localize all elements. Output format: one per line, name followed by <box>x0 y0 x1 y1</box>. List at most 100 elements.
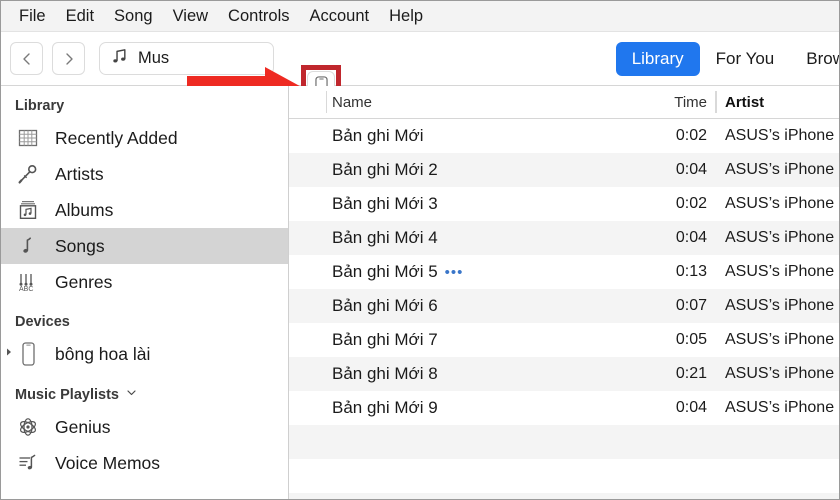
track-artist: ASUS’s iPhone <box>725 365 835 382</box>
voice-memos-icon <box>15 452 41 474</box>
back-button[interactable] <box>10 42 43 75</box>
source-label: Mus <box>138 49 170 67</box>
sidebar-section-devices: Devices <box>1 310 288 336</box>
track-name: Bản ghi Mới <box>332 126 424 145</box>
library-tabs: Library For You Brow <box>615 32 839 86</box>
table-row[interactable]: Bản ghi Mới 6 0:07 ASUS’s iPhone <box>289 289 839 323</box>
sidebar-section-library-label: Library <box>15 98 65 114</box>
sidebar-item-songs-label: Songs <box>55 235 105 256</box>
forward-button[interactable] <box>52 42 85 75</box>
sidebar-section-music-playlists-label: Music Playlists <box>15 386 119 403</box>
track-time: 0:02 <box>675 127 707 144</box>
track-name: Bản ghi Mới 5 ••• <box>332 262 464 281</box>
sidebar-section-library: Library <box>1 94 288 120</box>
track-time: 0:04 <box>675 399 707 416</box>
track-artist: ASUS’s iPhone <box>725 331 835 348</box>
sidebar-section-devices-label: Devices <box>15 314 70 330</box>
disclosure-triangle-icon[interactable] <box>3 345 15 363</box>
track-artist: ASUS’s iPhone <box>725 229 835 246</box>
tab-browse[interactable]: Brow <box>790 42 839 76</box>
grid-icon <box>15 127 41 149</box>
track-name: Bản ghi Mới 6 <box>332 296 438 315</box>
sidebar-item-genres-label: Genres <box>55 271 113 292</box>
menu-item-help[interactable]: Help <box>379 8 433 25</box>
track-name: Bản ghi Mới 9 <box>332 398 438 417</box>
menu-item-controls[interactable]: Controls <box>218 8 299 25</box>
sidebar-item-device[interactable]: bông hoa lài <box>1 336 288 372</box>
table-row-empty <box>289 425 839 459</box>
table-row[interactable]: Bản ghi Mới 9 0:04 ASUS’s iPhone <box>289 391 839 425</box>
table-row[interactable]: Bản ghi Mới 0:02 ASUS’s iPhone <box>289 119 839 153</box>
svg-text:ABC: ABC <box>19 286 33 293</box>
sidebar-item-recently-added[interactable]: Recently Added <box>1 120 288 156</box>
album-icon <box>15 199 41 221</box>
main-body: Library Recently Added Artists Albums So… <box>1 86 839 499</box>
menu-item-account[interactable]: Account <box>300 8 380 25</box>
menu-bar: File Edit Song View Controls Account Hel… <box>1 1 839 32</box>
track-artist: ASUS’s iPhone <box>725 195 835 212</box>
table-row[interactable]: Bản ghi Mới 2 0:04 ASUS’s iPhone <box>289 153 839 187</box>
track-artist: ASUS’s iPhone <box>725 127 835 144</box>
track-name: Bản ghi Mới 2 <box>332 160 438 179</box>
sidebar-item-device-label: bông hoa lài <box>55 343 151 364</box>
track-artist: ASUS’s iPhone <box>725 161 835 178</box>
track-name: Bản ghi Mới 4 <box>332 228 438 247</box>
track-artist: ASUS’s iPhone <box>725 263 835 280</box>
tab-for-you[interactable]: For You <box>700 42 791 76</box>
table-row[interactable]: Bản ghi Mới 3 0:02 ASUS’s iPhone <box>289 187 839 221</box>
table-row[interactable]: Bản ghi Mới 5 ••• 0:13 ASUS’s iPhone <box>289 255 839 289</box>
chevron-right-icon <box>61 51 77 67</box>
track-time: 0:05 <box>675 331 707 348</box>
music-note-icon <box>15 235 41 257</box>
sidebar-item-songs[interactable]: Songs <box>1 228 288 264</box>
column-divider-name[interactable] <box>326 91 327 113</box>
music-note-icon <box>110 47 129 71</box>
table-row[interactable]: Bản ghi Mới 8 0:21 ASUS’s iPhone <box>289 357 839 391</box>
menu-item-song[interactable]: Song <box>104 8 163 25</box>
iphone-icon <box>15 341 41 367</box>
track-time: 0:13 <box>675 263 707 280</box>
table-row-empty <box>289 493 839 499</box>
table-row-empty <box>289 459 839 493</box>
track-time: 0:04 <box>675 229 707 246</box>
sidebar-item-artists[interactable]: Artists <box>1 156 288 192</box>
sidebar-item-artists-label: Artists <box>55 163 104 184</box>
track-time: 0:02 <box>675 195 707 212</box>
sidebar-item-recently-added-label: Recently Added <box>55 127 178 148</box>
track-artist: ASUS’s iPhone <box>725 297 835 314</box>
tab-library[interactable]: Library <box>615 42 700 76</box>
sidebar-item-voice-memos[interactable]: Voice Memos <box>1 445 288 481</box>
menu-item-view[interactable]: View <box>163 8 218 25</box>
sidebar-item-voice-memos-label: Voice Memos <box>55 452 161 473</box>
track-name: Bản ghi Mới 7 <box>332 330 438 349</box>
genius-atom-icon <box>15 416 41 438</box>
menu-item-edit[interactable]: Edit <box>56 8 104 25</box>
more-options-button[interactable]: ••• <box>445 265 464 280</box>
itunes-window: File Edit Song View Controls Account Hel… <box>0 0 840 500</box>
column-header-name[interactable]: Name <box>289 94 654 111</box>
menu-item-file[interactable]: File <box>9 8 56 25</box>
track-time: 0:21 <box>675 365 707 382</box>
track-list: Name Time Artist Bản ghi Mới 0:02 ASUS’s… <box>289 86 839 499</box>
sidebar-item-genres[interactable]: ABC Genres <box>1 264 288 300</box>
chevron-left-icon <box>19 51 35 67</box>
source-selector[interactable]: Mus <box>99 42 274 75</box>
column-header-artist[interactable]: Artist <box>716 94 839 111</box>
table-row[interactable]: Bản ghi Mới 4 0:04 ASUS’s iPhone <box>289 221 839 255</box>
track-name: Bản ghi Mới 3 <box>332 194 438 213</box>
toolbar: Mus Library For You Brow <box>1 32 839 115</box>
chevron-down-icon[interactable] <box>125 386 138 403</box>
column-header-time[interactable]: Time <box>654 94 716 111</box>
table-row[interactable]: Bản ghi Mới 7 0:05 ASUS’s iPhone <box>289 323 839 357</box>
track-list-header: Name Time Artist <box>289 86 839 119</box>
genres-icon: ABC <box>15 271 41 293</box>
track-time: 0:07 <box>675 297 707 314</box>
microphone-icon <box>15 163 41 185</box>
track-artist: ASUS’s iPhone <box>725 399 835 416</box>
sidebar-section-music-playlists[interactable]: Music Playlists <box>1 382 288 409</box>
sidebar-item-albums[interactable]: Albums <box>1 192 288 228</box>
column-divider-artist[interactable] <box>716 91 717 113</box>
sidebar-item-genius[interactable]: Genius <box>1 409 288 445</box>
